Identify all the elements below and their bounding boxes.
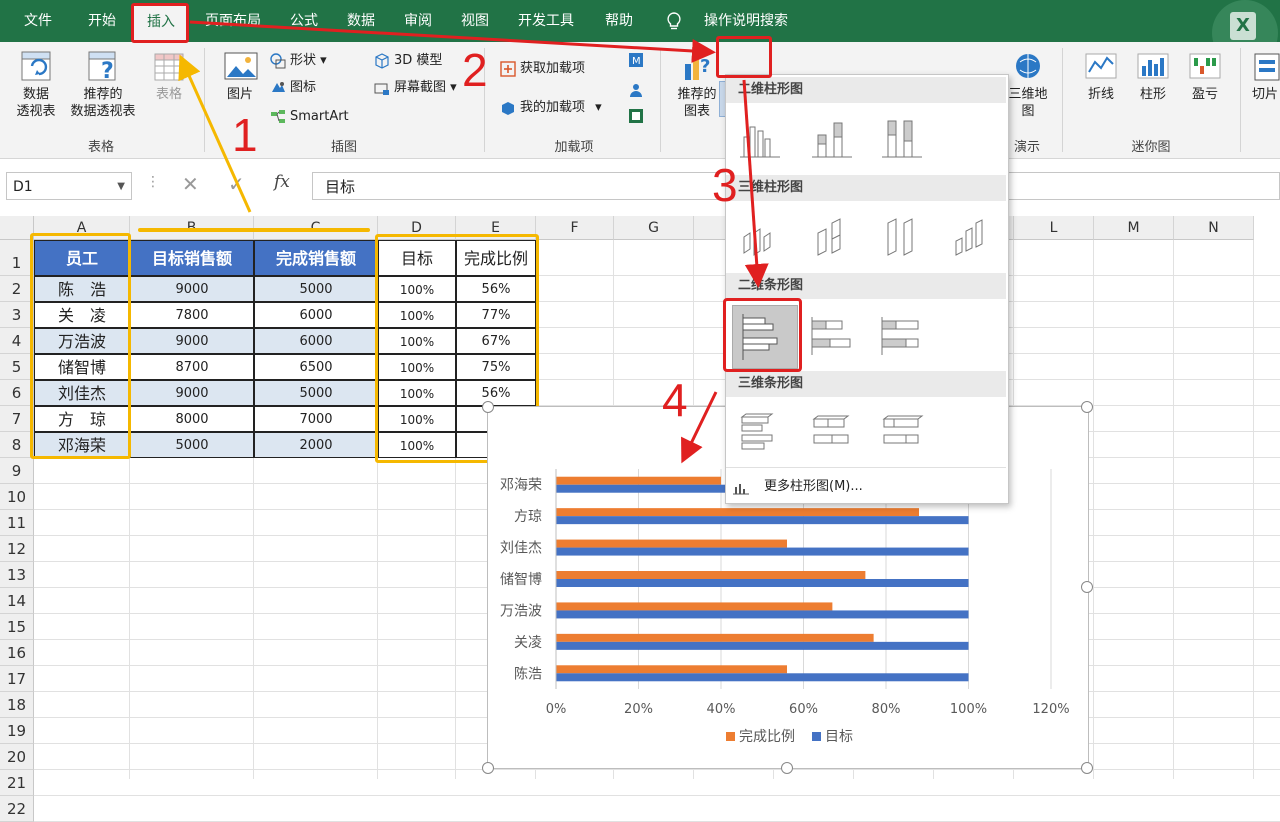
arrow-red-1	[189, 20, 716, 63]
arrow-red-2	[742, 79, 769, 288]
annotation-1: 1	[232, 109, 258, 161]
row-gridline	[34, 795, 1280, 796]
arrow-red-3	[681, 391, 718, 464]
annotation-4: 4	[662, 374, 688, 426]
row-header[interactable]: 22	[0, 796, 34, 822]
annotation-2: 2	[462, 44, 488, 96]
annotation-3: 3	[712, 159, 738, 211]
annotation-arrows	[178, 20, 769, 464]
